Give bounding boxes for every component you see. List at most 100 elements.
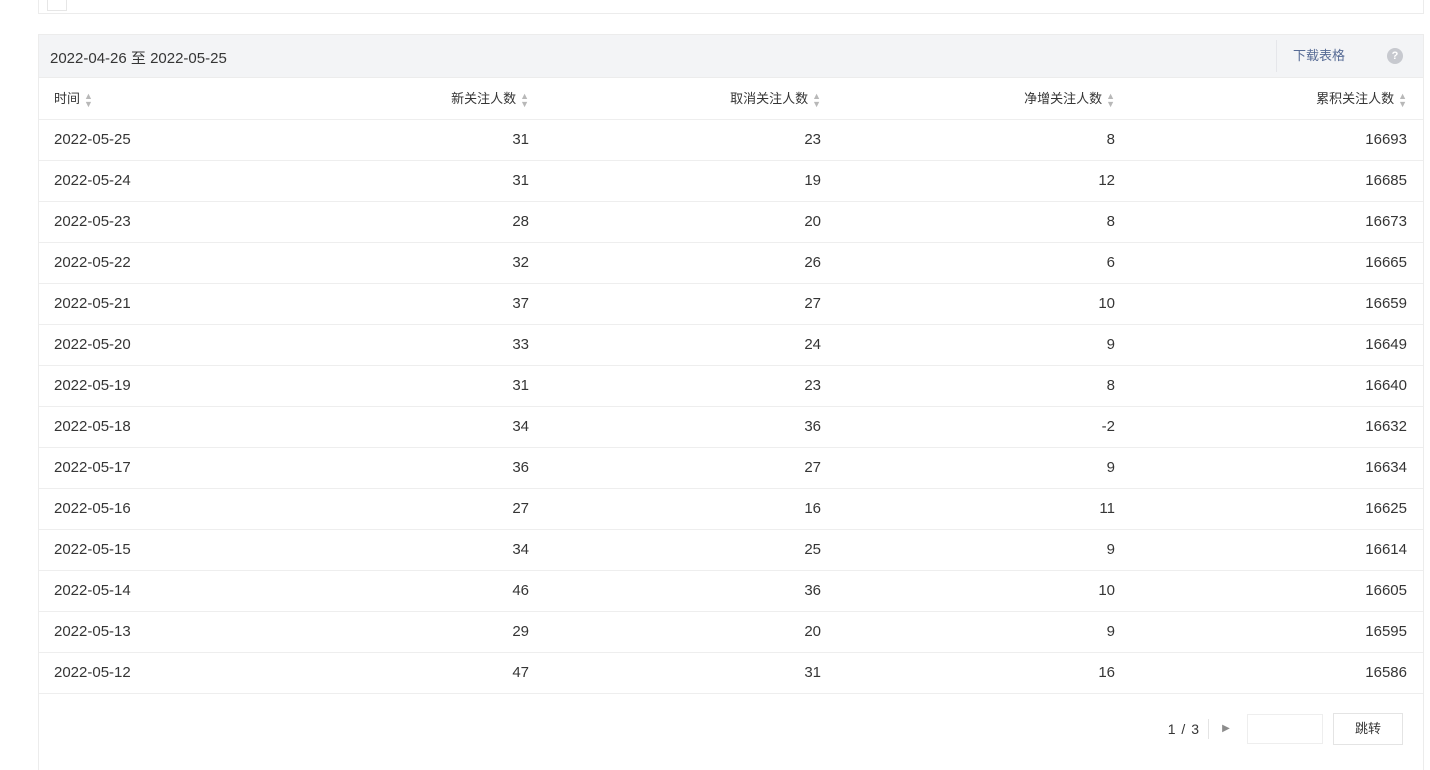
page-indicator: 1 / 3 [1167, 721, 1200, 737]
question-circle-icon[interactable]: ? [1387, 48, 1403, 64]
cell-net-followers: 8 [821, 200, 1115, 242]
cell-new-followers: 31 [299, 159, 529, 201]
table-row: 2022-05-19 31 23 8 16640 [39, 364, 1423, 406]
cell-date: 2022-05-20 [39, 323, 299, 365]
pagination: 1 / 3 ▶ 跳转 [1168, 713, 1403, 745]
column-header-new-followers[interactable]: 新关注人数 ▲ ▼ [299, 78, 529, 119]
cell-cumulative-followers: 16632 [1115, 405, 1423, 447]
cell-new-followers: 33 [299, 323, 529, 365]
cell-net-followers: 8 [821, 118, 1115, 160]
table-row: 2022-05-23 28 20 8 16673 [39, 200, 1423, 242]
column-header-label: 净增关注人数 [1024, 91, 1103, 107]
table-row: 2022-05-13 29 20 9 16595 [39, 610, 1423, 652]
cell-net-followers: 9 [821, 446, 1115, 488]
cell-unfollowers: 24 [529, 323, 821, 365]
cell-unfollowers: 19 [529, 159, 821, 201]
column-header-label: 时间 [54, 91, 81, 107]
data-table-panel: 2022-04-26 至 2022-05-25 下载表格 ? 时间 ▲ ▼ 新关注人… [38, 34, 1424, 770]
page-number-input[interactable] [1247, 714, 1323, 744]
cell-cumulative-followers: 16673 [1115, 200, 1423, 242]
cell-cumulative-followers: 16605 [1115, 569, 1423, 611]
cell-net-followers: 9 [821, 323, 1115, 365]
cell-date: 2022-05-21 [39, 282, 299, 324]
cell-date: 2022-05-12 [39, 651, 299, 693]
cell-net-followers: 12 [821, 159, 1115, 201]
jump-button[interactable]: 跳转 [1333, 713, 1403, 745]
previous-panel-edge [38, 0, 1424, 14]
cell-net-followers: 9 [821, 610, 1115, 652]
data-table: 时间 ▲ ▼ 新关注人数 ▲ ▼ 取消关注人数 ▲ ▼ 净增关注人数 ▲ ▼ 累积关注人数 ▲ ▼ … [39, 78, 1423, 694]
cell-new-followers: 36 [299, 446, 529, 488]
sort-icon[interactable]: ▲ ▼ [1398, 92, 1407, 109]
cell-unfollowers: 26 [529, 241, 821, 283]
cell-date: 2022-05-15 [39, 528, 299, 570]
column-header-label: 累积关注人数 [1316, 91, 1395, 107]
cell-date: 2022-05-22 [39, 241, 299, 283]
cell-new-followers: 34 [299, 405, 529, 447]
cell-date: 2022-05-16 [39, 487, 299, 529]
cell-date: 2022-05-24 [39, 159, 299, 201]
cell-net-followers: 9 [821, 528, 1115, 570]
cell-new-followers: 29 [299, 610, 529, 652]
table-row: 2022-05-12 47 31 16 16586 [39, 651, 1423, 693]
cell-cumulative-followers: 16693 [1115, 118, 1423, 160]
cell-unfollowers: 20 [529, 610, 821, 652]
cell-unfollowers: 23 [529, 364, 821, 406]
cell-new-followers: 37 [299, 282, 529, 324]
cell-new-followers: 32 [299, 241, 529, 283]
cell-new-followers: 28 [299, 200, 529, 242]
column-header-unfollowers[interactable]: 取消关注人数 ▲ ▼ [529, 78, 821, 119]
sort-icon[interactable]: ▲ ▼ [812, 92, 821, 109]
cell-new-followers: 46 [299, 569, 529, 611]
cell-new-followers: 27 [299, 487, 529, 529]
column-header-cumulative-followers[interactable]: 累积关注人数 ▲ ▼ [1115, 78, 1423, 119]
table-row: 2022-05-25 31 23 8 16693 [39, 118, 1423, 160]
cell-cumulative-followers: 16649 [1115, 323, 1423, 365]
table-row: 2022-05-17 36 27 9 16634 [39, 446, 1423, 488]
cell-unfollowers: 36 [529, 405, 821, 447]
table-row: 2022-05-15 34 25 9 16614 [39, 528, 1423, 570]
table-row: 2022-05-22 32 26 6 16665 [39, 241, 1423, 283]
cell-unfollowers: 20 [529, 200, 821, 242]
cell-unfollowers: 36 [529, 569, 821, 611]
caret-right-icon[interactable]: ▶ [1217, 719, 1235, 739]
cell-unfollowers: 27 [529, 282, 821, 324]
cell-net-followers: 8 [821, 364, 1115, 406]
cell-date: 2022-05-17 [39, 446, 299, 488]
cell-date: 2022-05-13 [39, 610, 299, 652]
cell-cumulative-followers: 16665 [1115, 241, 1423, 283]
table-row: 2022-05-24 31 19 12 16685 [39, 159, 1423, 201]
cell-unfollowers: 31 [529, 651, 821, 693]
cell-new-followers: 31 [299, 118, 529, 160]
cell-cumulative-followers: 16685 [1115, 159, 1423, 201]
cell-new-followers: 31 [299, 364, 529, 406]
download-table-button[interactable]: 下载表格 [1275, 40, 1361, 72]
cell-net-followers: 11 [821, 487, 1115, 529]
table-row: 2022-05-16 27 16 11 16625 [39, 487, 1423, 529]
sort-icon[interactable]: ▲ ▼ [84, 92, 93, 109]
cell-net-followers: 16 [821, 651, 1115, 693]
cell-date: 2022-05-25 [39, 118, 299, 160]
sort-icon[interactable]: ▲ ▼ [520, 92, 529, 109]
cell-date: 2022-05-23 [39, 200, 299, 242]
column-header-label: 新关注人数 [451, 91, 517, 107]
pager-divider [1208, 719, 1209, 739]
table-row: 2022-05-14 46 36 10 16605 [39, 569, 1423, 611]
previous-panel-stub [47, 0, 67, 11]
cell-date: 2022-05-19 [39, 364, 299, 406]
cell-cumulative-followers: 16659 [1115, 282, 1423, 324]
panel-header: 2022-04-26 至 2022-05-25 下载表格 ? [39, 35, 1423, 78]
cell-cumulative-followers: 16625 [1115, 487, 1423, 529]
cell-cumulative-followers: 16614 [1115, 528, 1423, 570]
column-header-net-followers[interactable]: 净增关注人数 ▲ ▼ [821, 78, 1115, 119]
sort-icon[interactable]: ▲ ▼ [1106, 92, 1115, 109]
table-header-row: 时间 ▲ ▼ 新关注人数 ▲ ▼ 取消关注人数 ▲ ▼ 净增关注人数 ▲ ▼ 累积关注人数 ▲ ▼ [39, 78, 1423, 119]
column-header-time[interactable]: 时间 ▲ ▼ [39, 78, 299, 119]
cell-cumulative-followers: 16595 [1115, 610, 1423, 652]
cell-unfollowers: 25 [529, 528, 821, 570]
column-header-label: 取消关注人数 [730, 91, 809, 107]
cell-net-followers: 10 [821, 282, 1115, 324]
table-row: 2022-05-21 37 27 10 16659 [39, 282, 1423, 324]
cell-net-followers: -2 [821, 405, 1115, 447]
table-row: 2022-05-18 34 36 -2 16632 [39, 405, 1423, 447]
